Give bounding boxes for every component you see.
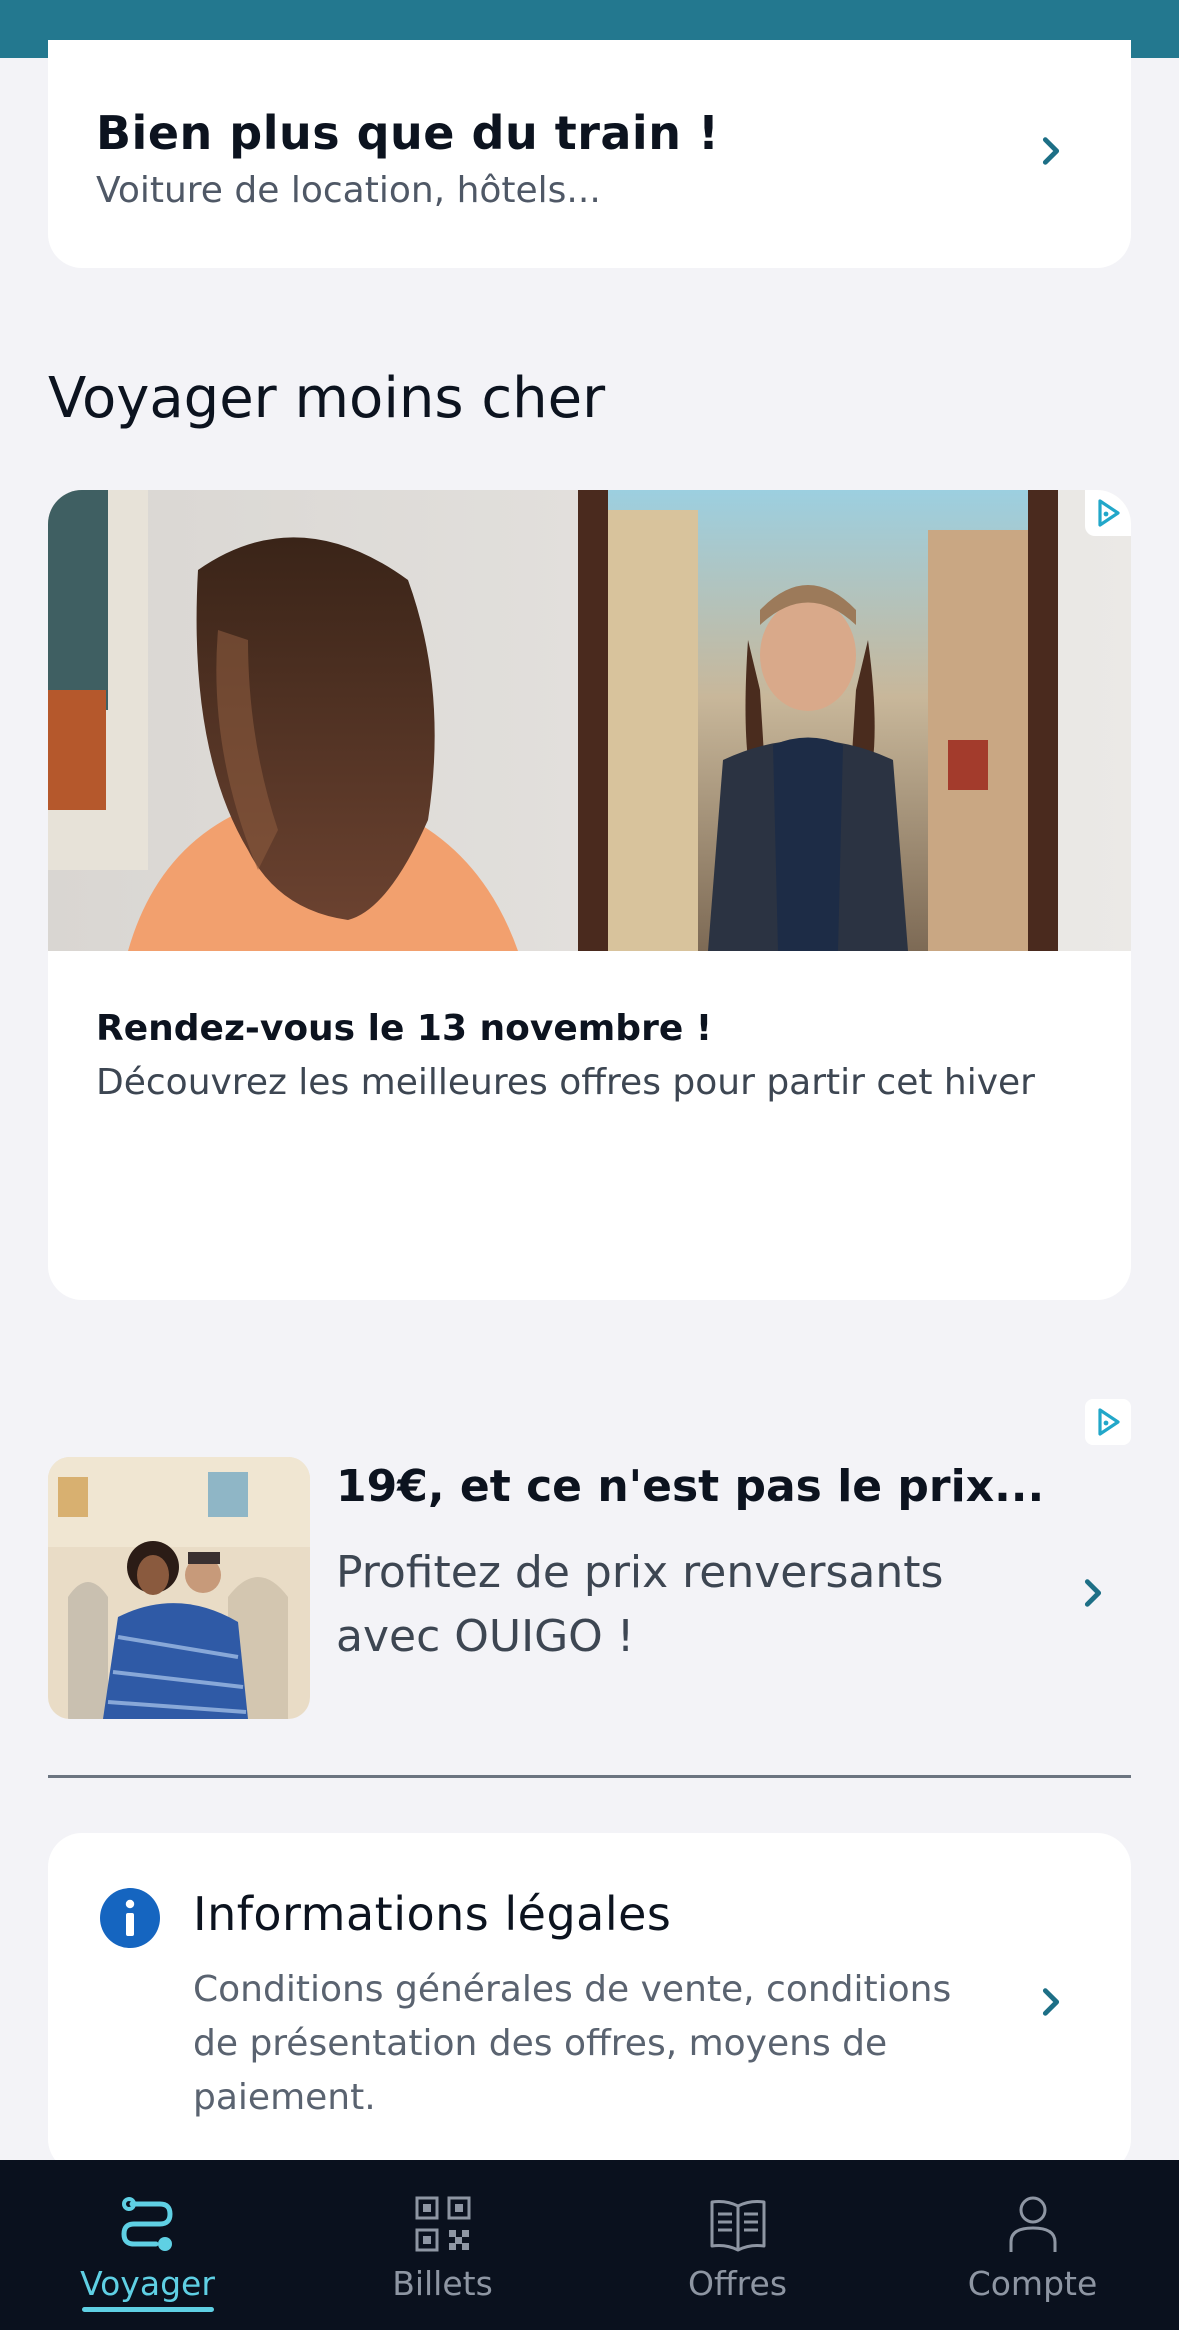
tab-billets[interactable]: Billets	[295, 2160, 590, 2330]
active-tab-indicator	[82, 2307, 214, 2312]
tab-offres[interactable]: Offres	[590, 2160, 885, 2330]
divider	[48, 1775, 1131, 1778]
tab-compte-label: Compte	[967, 2264, 1098, 2303]
bottom-tab-bar: Voyager Billets Offres Compte	[0, 2160, 1179, 2330]
ad-description: Découvrez les meilleures offres pour par…	[96, 1062, 1035, 1103]
promo-description: Profitez de prix renversants avec OUIGO …	[336, 1547, 944, 1662]
ad-card[interactable]: Rendez-vous le 13 novembre ! Découvrez l…	[48, 490, 1131, 1300]
legal-title: Informations légales	[193, 1887, 672, 1941]
info-icon	[100, 1888, 160, 1948]
section-title: Voyager moins cher	[48, 366, 606, 431]
more-than-train-subtitle: Voiture de location, hôtels...	[96, 170, 601, 211]
user-icon	[1001, 2192, 1065, 2256]
ad-title: Rendez-vous le 13 novembre !	[96, 1008, 713, 1049]
adchoices-icon[interactable]	[1085, 490, 1131, 536]
adchoices-icon[interactable]	[1085, 1399, 1131, 1445]
tab-voyager[interactable]: Voyager	[0, 2160, 295, 2330]
chevron-right-icon	[1034, 1985, 1068, 2019]
promo-image	[48, 1457, 310, 1719]
more-than-train-title: Bien plus que du train !	[96, 106, 720, 160]
tab-compte[interactable]: Compte	[885, 2160, 1179, 2330]
promo-ouigo[interactable]: 19€, et ce n'est pas le prix... Profitez…	[48, 1395, 1131, 1725]
book-icon	[706, 2192, 770, 2256]
chevron-right-icon	[1076, 1576, 1110, 1610]
legal-info-card[interactable]: Informations légales Conditions générale…	[48, 1833, 1131, 2173]
more-than-train-card[interactable]: Bien plus que du train ! Voiture de loca…	[48, 40, 1131, 268]
ad-image	[48, 490, 1131, 951]
legal-description: Conditions générales de vente, condition…	[193, 1969, 952, 2118]
qr-code-icon	[411, 2192, 475, 2256]
route-icon	[116, 2192, 180, 2256]
tab-billets-label: Billets	[392, 2264, 493, 2303]
chevron-right-icon	[1034, 134, 1068, 168]
promo-title: 19€, et ce n'est pas le prix...	[336, 1461, 1045, 1512]
tab-voyager-label: Voyager	[80, 2264, 215, 2303]
tab-offres-label: Offres	[687, 2264, 788, 2303]
